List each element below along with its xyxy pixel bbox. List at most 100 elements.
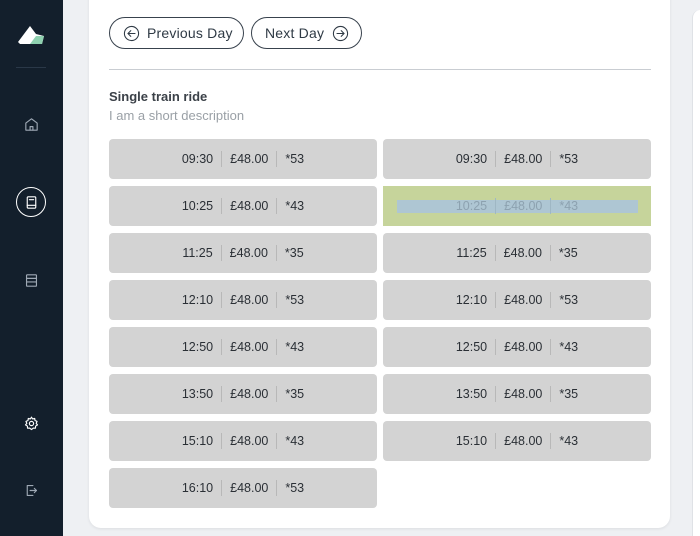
ride-slot[interactable]: 16:10 £48.00 *53	[109, 468, 377, 508]
ride-price: £48.00	[230, 340, 269, 354]
separator	[221, 339, 223, 355]
ride-code: *53	[285, 481, 305, 495]
ride-time: 12:50	[455, 340, 488, 354]
separator	[276, 339, 278, 355]
adjacent-panel	[692, 10, 700, 536]
ride-code: *43	[559, 434, 579, 448]
book-icon	[26, 195, 36, 209]
nav-tickets[interactable]	[16, 265, 46, 295]
ride-price: £48.00	[504, 152, 543, 166]
section-divider	[109, 69, 651, 70]
nav-logout[interactable]	[16, 475, 46, 505]
ride-price: £48.00	[229, 246, 268, 260]
separator	[276, 480, 278, 496]
ride-slot[interactable]: 12:50 £48.00 *43	[109, 327, 377, 367]
ride-slot[interactable]: 15:10 £48.00 *43	[383, 421, 651, 461]
separator	[494, 245, 496, 261]
separator	[495, 339, 497, 355]
ride-code: *43	[285, 199, 305, 213]
separator	[275, 245, 277, 261]
ride-slot[interactable]: 12:10 £48.00 *53	[109, 280, 377, 320]
separator	[495, 386, 497, 402]
ride-slot-selected[interactable]: 10:25 £48.00 *43	[383, 186, 651, 226]
nav-bookings[interactable]	[16, 187, 46, 217]
sidebar	[0, 0, 63, 536]
ride-slot[interactable]: 10:25 £48.00 *43	[109, 186, 377, 226]
home-icon	[24, 117, 38, 131]
ride-time: 13:50	[181, 387, 214, 401]
ride-slot[interactable]: 15:10 £48.00 *43	[109, 421, 377, 461]
ride-slot[interactable]: 11:25 £48.00 *35	[383, 233, 651, 273]
previous-day-label: Previous Day	[147, 25, 233, 41]
nav-home[interactable]	[16, 109, 46, 139]
ride-time: 11:25	[182, 246, 213, 260]
ride-code: *43	[559, 340, 579, 354]
ride-slot[interactable]: 13:50 £48.00 *35	[383, 374, 651, 414]
ride-code: *43	[285, 434, 305, 448]
separator	[221, 480, 223, 496]
ride-slot[interactable]: 09:30 £48.00 *53	[383, 139, 651, 179]
separator	[495, 433, 497, 449]
separator	[495, 151, 497, 167]
section-title: Single train ride	[109, 89, 208, 104]
next-day-label: Next Day	[265, 25, 325, 41]
separator	[495, 292, 497, 308]
ride-price: £48.00	[230, 481, 269, 495]
arrow-right-circle-icon	[333, 25, 349, 41]
separator	[220, 245, 222, 261]
ride-code: *43	[559, 199, 579, 213]
separator	[221, 386, 223, 402]
ride-time: 16:10	[181, 481, 214, 495]
ride-price: £48.00	[230, 199, 269, 213]
ride-slot[interactable]: 11:25 £48.00 *35	[109, 233, 377, 273]
separator	[549, 245, 551, 261]
ride-time: 11:25	[456, 246, 487, 260]
ride-slot[interactable]: 09:30 £48.00 *53	[109, 139, 377, 179]
ride-time: 10:25	[455, 199, 488, 213]
ride-code: *53	[285, 152, 305, 166]
ride-time: 10:25	[181, 199, 214, 213]
ride-code: *35	[558, 246, 578, 260]
ride-price: £48.00	[230, 387, 269, 401]
ride-time: 15:10	[455, 434, 488, 448]
ride-price: £48.00	[504, 340, 543, 354]
ride-slot[interactable]: 12:50 £48.00 *43	[383, 327, 651, 367]
separator	[221, 198, 223, 214]
separator	[276, 292, 278, 308]
ride-price: £48.00	[230, 152, 269, 166]
ride-price: £48.00	[504, 199, 543, 213]
separator	[221, 433, 223, 449]
gear-icon	[24, 416, 38, 430]
ride-price: £48.00	[230, 434, 269, 448]
ride-time: 12:10	[181, 293, 214, 307]
ride-time: 12:10	[455, 293, 488, 307]
logout-icon	[26, 484, 37, 496]
separator	[550, 151, 552, 167]
separator	[276, 151, 278, 167]
ride-price: £48.00	[503, 246, 542, 260]
ride-time: 12:50	[181, 340, 214, 354]
ride-slot[interactable]: 13:50 £48.00 *35	[109, 374, 377, 414]
ride-time: 15:10	[181, 434, 214, 448]
nav-settings[interactable]	[16, 408, 46, 438]
separator	[550, 386, 552, 402]
ride-code: *53	[559, 152, 579, 166]
ticket-icon	[25, 273, 37, 287]
separator	[276, 386, 278, 402]
ride-code: *35	[559, 387, 579, 401]
sidebar-divider	[16, 67, 46, 68]
separator	[221, 151, 223, 167]
separator	[550, 339, 552, 355]
separator	[550, 292, 552, 308]
ride-time: 09:30	[181, 152, 214, 166]
next-day-button[interactable]: Next Day	[251, 17, 362, 49]
ride-code: *35	[284, 246, 304, 260]
ride-slot[interactable]: 12:10 £48.00 *53	[383, 280, 651, 320]
ride-price: £48.00	[504, 434, 543, 448]
ride-price: £48.00	[230, 293, 269, 307]
section-description: I am a short description	[109, 108, 245, 123]
ride-code: *53	[559, 293, 579, 307]
previous-day-button[interactable]: Previous Day	[109, 17, 244, 49]
ride-price: £48.00	[504, 293, 543, 307]
separator	[550, 198, 552, 214]
